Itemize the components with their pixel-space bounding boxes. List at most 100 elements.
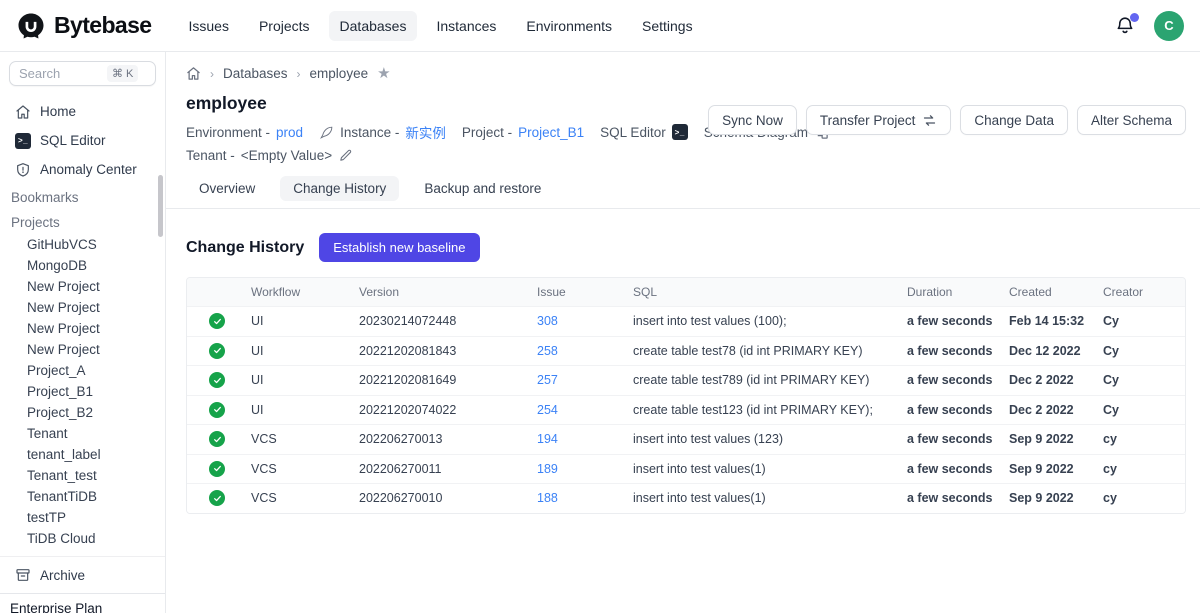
issue-link[interactable]: 257 xyxy=(537,373,558,387)
issue-link[interactable]: 308 xyxy=(537,314,558,328)
nav-item[interactable]: Databases xyxy=(329,11,418,41)
creator-cell: cy xyxy=(1099,491,1185,505)
project-label: Project - xyxy=(462,125,512,140)
workflow-cell: UI xyxy=(247,403,355,417)
table-row[interactable]: UI 20230214072448 308 insert into test v… xyxy=(187,306,1185,336)
search-input[interactable] xyxy=(19,66,107,81)
sidebar-item-anomaly-center[interactable]: Anomaly Center xyxy=(0,155,165,184)
workflow-cell: UI xyxy=(247,344,355,358)
sync-now-label: Sync Now xyxy=(722,113,783,128)
created-cell: Sep 9 2022 xyxy=(1005,462,1099,476)
search-box[interactable]: ⌘ K xyxy=(9,61,156,86)
issue-link[interactable]: 258 xyxy=(537,344,558,358)
sidebar-item-home[interactable]: Home xyxy=(0,97,165,126)
workflow-cell: UI xyxy=(247,373,355,387)
sidebar-project-item[interactable]: GitHubVCS xyxy=(0,234,165,255)
version-cell: 202206270011 xyxy=(355,462,533,476)
sidebar-project-item[interactable]: TenantTiDB xyxy=(0,486,165,507)
brand[interactable]: Bytebase xyxy=(16,11,151,41)
duration-cell: a few seconds xyxy=(903,314,1005,328)
change-data-label: Change Data xyxy=(974,113,1054,128)
sql-editor-shortcut[interactable]: SQL Editor >_ xyxy=(600,124,688,140)
sidebar-item-sql-editor[interactable]: >_ SQL Editor xyxy=(0,126,165,155)
sidebar-project-item[interactable]: New Project xyxy=(0,297,165,318)
table-row[interactable]: VCS 202206270013 194 insert into test va… xyxy=(187,424,1185,454)
success-check-icon xyxy=(209,343,225,359)
version-cell: 20221202081649 xyxy=(355,373,533,387)
table-row[interactable]: UI 20221202074022 254 create table test1… xyxy=(187,395,1185,425)
tab[interactable]: Overview xyxy=(186,176,268,201)
home-icon[interactable] xyxy=(186,66,201,81)
sidebar-item-archive[interactable]: Archive xyxy=(0,557,165,593)
plan-label: Enterprise Plan xyxy=(0,593,165,613)
tab[interactable]: Backup and restore xyxy=(411,176,554,201)
alter-schema-label: Alter Schema xyxy=(1091,113,1172,128)
nav-item[interactable]: Environments xyxy=(515,11,623,41)
tenant-value: <Empty Value> xyxy=(241,148,332,163)
instance-link[interactable]: 新实例 xyxy=(405,122,446,142)
sidebar-project-item[interactable]: tenant_label xyxy=(0,444,165,465)
change-data-button[interactable]: Change Data xyxy=(960,105,1068,135)
alter-schema-button[interactable]: Alter Schema xyxy=(1077,105,1186,135)
tenant-meta: Tenant - <Empty Value> xyxy=(186,148,353,163)
nav-item[interactable]: Issues xyxy=(177,11,239,41)
sidebar-project-item[interactable]: TiDB Cloud xyxy=(0,528,165,549)
issue-column-header: Issue xyxy=(533,285,629,299)
nav-item[interactable]: Instances xyxy=(425,11,507,41)
sql-column-header: SQL xyxy=(629,285,903,299)
establish-baseline-button[interactable]: Establish new baseline xyxy=(319,233,479,262)
nav-item[interactable]: Settings xyxy=(631,11,704,41)
transfer-arrows-icon xyxy=(922,113,937,128)
sidebar-bottom: Archive Enterprise Plan xyxy=(0,556,165,613)
table-row[interactable]: UI 20221202081843 258 create table test7… xyxy=(187,336,1185,366)
sidebar-project-item[interactable]: Project_B2 xyxy=(0,402,165,423)
sidebar-project-item[interactable]: Project_A xyxy=(0,360,165,381)
instance-label: Instance - xyxy=(340,125,399,140)
nav-item[interactable]: Projects xyxy=(248,11,321,41)
table-row[interactable]: UI 20221202081649 257 create table test7… xyxy=(187,365,1185,395)
sidebar-project-item[interactable]: New Project xyxy=(0,339,165,360)
notifications-bell-icon[interactable] xyxy=(1114,15,1136,37)
transfer-project-button[interactable]: Transfer Project xyxy=(806,105,952,135)
edit-pencil-icon[interactable] xyxy=(338,148,353,163)
database-tabs: Overview Change History Backup and resto… xyxy=(186,176,1186,201)
success-check-icon xyxy=(209,402,225,418)
table-row[interactable]: VCS 202206270010 188 insert into test va… xyxy=(187,483,1185,513)
sidebar-project-item[interactable]: New Project xyxy=(0,318,165,339)
creator-cell: Cy xyxy=(1099,314,1185,328)
sidebar-project-item[interactable]: New Project xyxy=(0,276,165,297)
project-link[interactable]: Project_B1 xyxy=(518,125,584,140)
sidebar-scrollbar-thumb[interactable] xyxy=(158,175,163,237)
sidebar-item-label: Anomaly Center xyxy=(40,162,137,177)
sidebar: ⌘ K Home >_ SQL Editor Anomaly Center Bo… xyxy=(0,52,166,613)
creator-cell: cy xyxy=(1099,462,1185,476)
environment-link[interactable]: prod xyxy=(276,125,303,140)
duration-cell: a few seconds xyxy=(903,462,1005,476)
issue-link[interactable]: 189 xyxy=(537,462,558,476)
breadcrumb: › Databases › employee ★ xyxy=(186,66,1186,81)
table-header: Workflow Version Issue SQL Duration Crea… xyxy=(187,278,1185,306)
brand-name: Bytebase xyxy=(54,12,151,39)
sql-editor-label: SQL Editor xyxy=(600,125,666,140)
breadcrumb-databases[interactable]: Databases xyxy=(223,66,288,81)
sidebar-project-item[interactable]: Tenant_test xyxy=(0,465,165,486)
transfer-project-label: Transfer Project xyxy=(820,113,916,128)
table-row[interactable]: VCS 202206270011 189 insert into test va… xyxy=(187,454,1185,484)
breadcrumb-employee[interactable]: employee xyxy=(310,66,369,81)
duration-cell: a few seconds xyxy=(903,344,1005,358)
duration-cell: a few seconds xyxy=(903,491,1005,505)
issue-link[interactable]: 254 xyxy=(537,403,558,417)
sidebar-project-item[interactable]: Project_B1 xyxy=(0,381,165,402)
sidebar-project-item[interactable]: MongoDB xyxy=(0,255,165,276)
bookmark-star-icon[interactable]: ★ xyxy=(377,66,390,81)
creator-cell: Cy xyxy=(1099,344,1185,358)
sidebar-project-item[interactable]: Tenant xyxy=(0,423,165,444)
sidebar-project-item[interactable]: testTP xyxy=(0,507,165,528)
section-title: Change History xyxy=(186,239,304,257)
sync-now-button[interactable]: Sync Now xyxy=(708,105,797,135)
issue-link[interactable]: 188 xyxy=(537,491,558,505)
issue-link[interactable]: 194 xyxy=(537,432,558,446)
sql-cell: insert into test values(1) xyxy=(629,462,903,476)
user-avatar[interactable]: C xyxy=(1154,11,1184,41)
tab[interactable]: Change History xyxy=(280,176,399,201)
